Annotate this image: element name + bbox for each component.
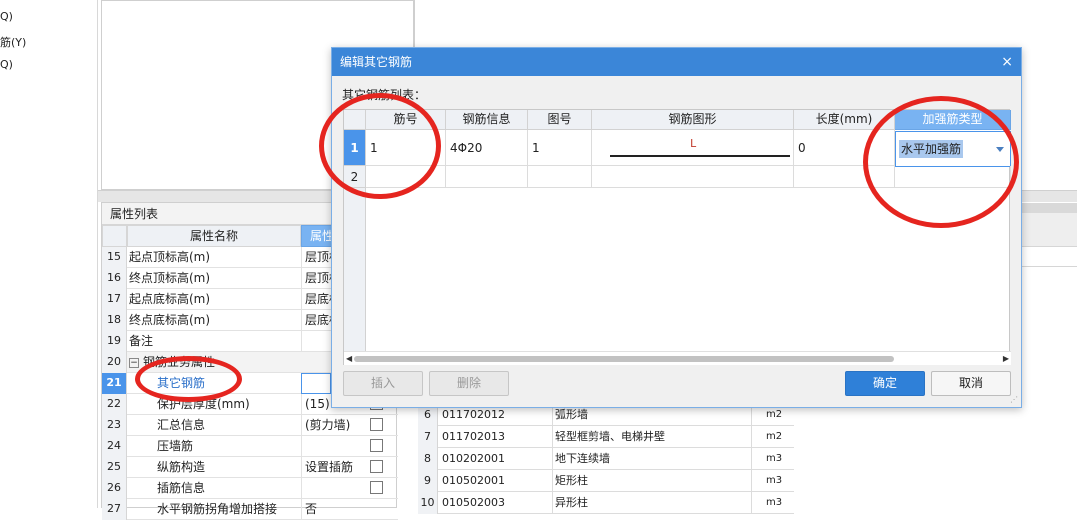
scroll-right-icon[interactable]: ▶	[1003, 354, 1009, 363]
checkbox[interactable]	[370, 418, 383, 431]
cell-figure-no[interactable]	[528, 166, 592, 188]
dialog-title: 编辑其它钢筋	[332, 48, 1021, 76]
property-name: 备注	[129, 334, 154, 348]
table-row[interactable]: 8 010202001 地下连续墙 m3	[418, 448, 794, 470]
scroll-thumb[interactable]	[354, 356, 894, 362]
tree-item[interactable]: Q)	[0, 10, 13, 23]
property-name: 压墙筋	[157, 439, 194, 453]
header-bar-shape: 钢筋图形	[592, 110, 794, 130]
property-name: 纵筋构造	[157, 460, 206, 474]
cell-bar-info[interactable]	[446, 166, 528, 188]
property-row[interactable]: 23 汇总信息 (剪力墙)	[102, 415, 398, 436]
row-number: 27	[102, 499, 127, 520]
collapse-icon[interactable]: −	[129, 357, 139, 368]
cell-bar-shape[interactable]	[592, 166, 794, 188]
property-name: 起点顶标高(m)	[129, 250, 211, 264]
row-number: 21	[102, 373, 127, 394]
table-row[interactable]: 10 010502003 异形柱 m3	[418, 492, 794, 514]
item-name: 地下连续墙	[552, 448, 610, 470]
row-number: 9	[418, 470, 438, 492]
row-header-strip	[344, 188, 366, 351]
header-figure-no: 图号	[528, 110, 592, 130]
annotation-circle-other-rebar	[135, 356, 242, 402]
property-value[interactable]	[301, 436, 398, 457]
item-unit: m3	[751, 492, 794, 514]
left-tree-panel: Q) 筋(Y) Q)	[0, 0, 98, 508]
checkbox[interactable]	[370, 460, 383, 473]
item-unit: m3	[751, 470, 794, 492]
table-row[interactable]: 7 011702013 轻型框剪墙、电梯井壁 m2	[418, 426, 794, 448]
property-name-header: 属性名称	[127, 225, 301, 247]
side-panel-bar	[1022, 203, 1077, 213]
ok-button[interactable]: 确定	[845, 371, 925, 396]
table-row[interactable]: 9 010502001 矩形柱 m3	[418, 470, 794, 492]
item-code: 011702013	[442, 430, 505, 443]
cancel-button[interactable]: 取消	[931, 371, 1011, 396]
annotation-circle-bar-no	[319, 93, 441, 199]
close-icon[interactable]: ×	[1001, 48, 1013, 76]
item-unit: m3	[751, 448, 794, 470]
item-name: 异形柱	[552, 492, 588, 514]
resize-grip-icon[interactable]: ⋰	[1010, 395, 1018, 404]
code-list-table: 6 011702012 弧形墙 m2 7 011702013 轻型框剪墙、电梯井…	[418, 404, 794, 514]
row-number: 25	[102, 457, 127, 478]
property-value[interactable]: 否	[301, 499, 398, 520]
item-code: 010202001	[442, 452, 505, 465]
property-value[interactable]: 设置插筋	[301, 457, 398, 478]
annotation-circle-reinforce-type	[863, 96, 1019, 228]
property-name: 起点底标高(m)	[129, 292, 211, 306]
side-panel-row	[1022, 247, 1077, 267]
item-name: 轻型框剪墙、电梯井壁	[552, 426, 665, 448]
row-number: 22	[102, 394, 127, 415]
property-name: 插筋信息	[157, 481, 206, 495]
checkbox[interactable]	[370, 439, 383, 452]
row-number: 24	[102, 436, 127, 457]
header-bar-info: 钢筋信息	[446, 110, 528, 130]
delete-button[interactable]: 删除	[429, 371, 509, 396]
row-number: 8	[418, 448, 438, 470]
property-value[interactable]: (剪力墙)	[301, 415, 398, 436]
row-number: 10	[418, 492, 438, 514]
item-unit: m2	[751, 426, 794, 448]
row-number: 19	[102, 331, 127, 352]
cell-figure-no[interactable]: 1	[528, 130, 592, 166]
item-code: 010502003	[442, 496, 505, 509]
property-value[interactable]	[301, 478, 398, 499]
scroll-left-icon[interactable]: ◀	[346, 354, 352, 363]
property-name: 终点顶标高(m)	[129, 271, 211, 285]
row-number-header	[102, 225, 127, 247]
property-value-editor[interactable]	[301, 373, 331, 394]
property-name: 汇总信息	[157, 418, 206, 432]
row-number: 7	[418, 426, 438, 448]
insert-button[interactable]: 插入	[343, 371, 423, 396]
property-name: 水平钢筋拐角增加搭接	[157, 502, 278, 516]
property-row[interactable]: 27 水平钢筋拐角增加搭接 否	[102, 499, 398, 520]
horizontal-scrollbar[interactable]: ◀ ▶	[344, 351, 1011, 365]
item-name: 矩形柱	[552, 470, 588, 492]
checkbox[interactable]	[370, 481, 383, 494]
item-code: 010502001	[442, 474, 505, 487]
cell-bar-info[interactable]: 4Φ20	[446, 130, 528, 166]
row-number: 16	[102, 268, 127, 289]
row-number: 17	[102, 289, 127, 310]
rebar-shape-line	[610, 155, 790, 157]
property-row[interactable]: 24 压墙筋	[102, 436, 398, 457]
property-row[interactable]: 26 插筋信息	[102, 478, 398, 499]
tree-item[interactable]: 筋(Y)	[0, 34, 26, 50]
row-number: 18	[102, 310, 127, 331]
tree-item[interactable]: Q)	[0, 58, 13, 71]
row-number: 15	[102, 247, 127, 268]
property-name: 终点底标高(m)	[129, 313, 211, 327]
row-number: 20	[102, 352, 127, 373]
side-panel-header	[1022, 213, 1077, 247]
row-number: 26	[102, 478, 127, 499]
rebar-shape-label: L	[690, 137, 697, 150]
row-number: 23	[102, 415, 127, 436]
property-row[interactable]: 25 纵筋构造 设置插筋	[102, 457, 398, 478]
